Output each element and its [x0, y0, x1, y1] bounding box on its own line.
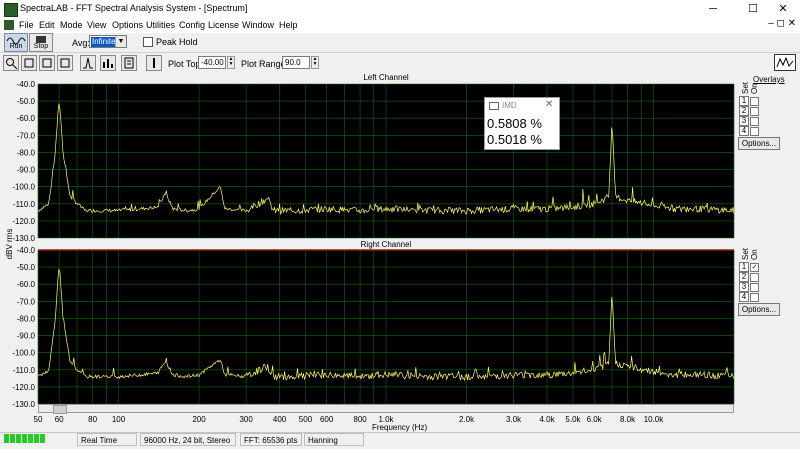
- x-tick-label: 3.0k: [506, 415, 522, 424]
- overlay-4-number-right[interactable]: 4: [739, 292, 749, 302]
- x-axis-label: Frequency (Hz): [372, 423, 428, 432]
- level-segment: [40, 434, 45, 443]
- x-tick-label: 80: [88, 415, 97, 424]
- imd-title: IMD: [502, 101, 517, 110]
- imd-value-left: 0.5808 %: [487, 116, 542, 131]
- y-tick-label: -130.0: [12, 234, 35, 243]
- overlay-set-label-right: Set: [741, 247, 750, 260]
- x-tick-label: 8.0k: [620, 415, 636, 424]
- level-meter: [4, 434, 46, 443]
- overlay-2-number-left[interactable]: 2: [739, 106, 749, 116]
- y-tick-label: -130.0: [12, 400, 35, 409]
- status-mode: Real Time: [77, 433, 137, 446]
- x-tick-label: 200: [192, 415, 206, 424]
- overlay-3-number-left[interactable]: 3: [739, 116, 749, 126]
- overlay-1-checkbox-right[interactable]: ✓: [750, 263, 759, 272]
- y-tick-label: -110.0: [13, 200, 36, 209]
- overlay-3-checkbox-right[interactable]: [750, 283, 759, 292]
- overlay-4-checkbox-left[interactable]: [750, 127, 759, 136]
- x-tick-label: 60: [55, 415, 64, 424]
- x-tick-label: 10.0k: [644, 415, 665, 424]
- y-tick-label: -120.0: [12, 217, 35, 226]
- x-tick-label: 100: [112, 415, 126, 424]
- imd-window[interactable]: IMD ✕ 0.5808 % 0.5018 %: [484, 97, 560, 150]
- y-tick-label: -50.0: [17, 263, 36, 272]
- level-segment: [34, 434, 39, 443]
- x-tick-label: 600: [320, 415, 334, 424]
- overlay-3-checkbox-left[interactable]: [750, 117, 759, 126]
- x-tick-label: 50: [34, 415, 43, 424]
- x-tick-label: 300: [239, 415, 253, 424]
- y-tick-label: -70.0: [17, 131, 36, 140]
- y-tick-label: -80.0: [17, 148, 36, 157]
- y-tick-label: -100.0: [12, 349, 35, 358]
- overlay-4-number-left[interactable]: 4: [739, 126, 749, 136]
- spectrum-chart[interactable]: -40.0 -50.0 -60.0 -70.0 -80.0 -90.0 -100.0 -110…: [0, 0, 800, 448]
- level-segment: [22, 434, 27, 443]
- overlay-on-label-right: On: [750, 249, 759, 260]
- x-tick-label: 2.0k: [459, 415, 475, 424]
- level-segment: [10, 434, 15, 443]
- imd-value-right: 0.5018 %: [487, 132, 542, 147]
- scrollbar-thumb[interactable]: [53, 405, 67, 414]
- y-tick-label: -110.0: [13, 366, 36, 375]
- y-tick-label: -70.0: [17, 297, 36, 306]
- overlay-3-number-right[interactable]: 3: [739, 282, 749, 292]
- y-tick-label: -120.0: [12, 383, 35, 392]
- right-options-button[interactable]: Options...: [738, 303, 780, 316]
- overlay-set-label: Set: [741, 81, 750, 94]
- x-tick-label: 400: [273, 415, 287, 424]
- status-window: Hanning: [304, 433, 364, 446]
- imd-window-icon: [489, 102, 499, 110]
- x-tick-label: 800: [353, 415, 367, 424]
- overlay-2-checkbox-right[interactable]: [750, 273, 759, 282]
- x-tick-label: 500: [299, 415, 313, 424]
- y-tick-label: -90.0: [17, 166, 36, 175]
- overlay-on-label: On: [750, 83, 759, 94]
- x-tick-label: 6.0k: [587, 415, 603, 424]
- overlay-1-checkbox-left[interactable]: [750, 97, 759, 106]
- y-tick-label: -40.0: [17, 246, 36, 255]
- y-tick-label: -60.0: [17, 114, 36, 123]
- level-segment: [16, 434, 21, 443]
- overlay-1-number-left[interactable]: 1: [739, 96, 749, 106]
- y-tick-label: -80.0: [17, 314, 36, 323]
- level-segment: [4, 434, 9, 443]
- overlay-1-number-right[interactable]: 1: [739, 262, 749, 272]
- y-tick-label: -100.0: [12, 183, 35, 192]
- y-tick-label: -90.0: [17, 332, 36, 341]
- y-tick-label: -50.0: [17, 97, 36, 106]
- y-axis-label: dBV rms: [5, 229, 14, 260]
- y-tick-label: -60.0: [17, 280, 36, 289]
- y-tick-label: -40.0: [17, 80, 36, 89]
- overlay-4-checkbox-right[interactable]: [750, 293, 759, 302]
- status-fft: FFT: 65536 pts: [240, 433, 302, 446]
- status-format: 96000 Hz, 24 bit, Stereo: [140, 433, 236, 446]
- level-segment: [28, 434, 33, 443]
- horizontal-scrollbar[interactable]: [38, 404, 734, 414]
- left-options-button[interactable]: Options...: [738, 137, 780, 150]
- overlay-2-checkbox-left[interactable]: [750, 107, 759, 116]
- overlay-2-number-right[interactable]: 2: [739, 272, 749, 282]
- x-tick-label: 4.0k: [539, 415, 555, 424]
- x-tick-label: 5.0k: [565, 415, 581, 424]
- close-icon[interactable]: ✕: [545, 99, 553, 110]
